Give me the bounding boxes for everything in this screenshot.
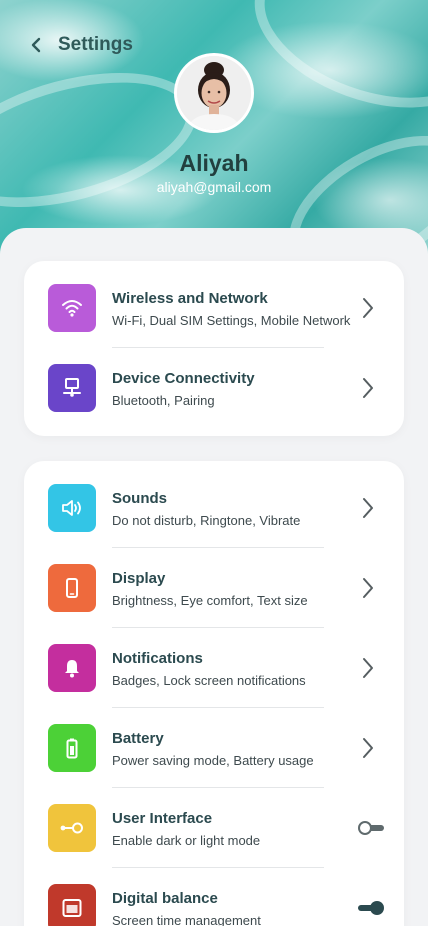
profile-email: aliyah@gmail.com	[156, 179, 272, 195]
settings-item-title: Notifications	[112, 650, 203, 667]
settings-item-title: Sounds	[112, 490, 167, 507]
profile-photo-icon	[177, 56, 251, 130]
dark-mode-toggle[interactable]	[358, 821, 384, 835]
settings-item-title: Battery	[112, 730, 164, 747]
page-title: Settings	[58, 34, 133, 55]
digital-balance-toggle[interactable]	[358, 901, 384, 915]
settings-item-sounds[interactable]: Sounds Do not disturb, Ringtone, Vibrate	[24, 468, 404, 548]
settings-item-subtitle: Badges, Lock screen notifications	[112, 673, 306, 688]
top-bar: Settings	[26, 30, 133, 60]
chevron-right-icon	[363, 738, 373, 758]
wifi-icon	[48, 284, 96, 332]
settings-item-digital-balance[interactable]: Digital balance Screen time management	[24, 868, 404, 926]
settings-item-device-connectivity[interactable]: Device Connectivity Bluetooth, Pairing	[24, 348, 404, 428]
window-icon	[48, 884, 96, 926]
chevron-right-icon	[363, 578, 373, 598]
network-device-icon	[48, 364, 96, 412]
speaker-icon	[48, 484, 96, 532]
settings-item-subtitle: Brightness, Eye comfort, Text size	[112, 593, 308, 608]
chevron-left-icon[interactable]	[26, 35, 46, 55]
settings-item-title: Wireless and Network	[112, 290, 268, 307]
settings-item-subtitle: Bluetooth, Pairing	[112, 393, 215, 408]
settings-item-notifications[interactable]: Notifications Badges, Lock screen notifi…	[24, 628, 404, 708]
settings-card-connectivity: Wireless and Network Wi-Fi, Dual SIM Set…	[24, 261, 404, 436]
settings-item-subtitle: Do not disturb, Ringtone, Vibrate	[112, 513, 301, 528]
settings-item-subtitle: Screen time management	[112, 913, 261, 926]
settings-item-user-interface[interactable]: User Interface Enable dark or light mode	[24, 788, 404, 868]
toggle-key-icon	[48, 804, 96, 852]
settings-item-title: Digital balance	[112, 890, 218, 907]
settings-item-subtitle: Enable dark or light mode	[112, 833, 261, 848]
battery-icon	[48, 724, 96, 772]
avatar[interactable]	[174, 53, 254, 133]
chevron-right-icon	[363, 378, 373, 398]
settings-item-title: User Interface	[112, 810, 213, 827]
chevron-right-icon	[363, 298, 373, 318]
settings-item-title: Display	[112, 570, 166, 587]
chevron-right-icon	[363, 498, 373, 518]
settings-item-battery[interactable]: Battery Power saving mode, Battery usage	[24, 708, 404, 788]
settings-item-title: Device Connectivity	[112, 370, 255, 387]
settings-item-wireless[interactable]: Wireless and Network Wi-Fi, Dual SIM Set…	[24, 268, 404, 348]
settings-card-device: Sounds Do not disturb, Ringtone, Vibrate…	[24, 461, 404, 926]
profile-name: Aliyah	[179, 150, 249, 176]
settings-item-subtitle: Power saving mode, Battery usage	[112, 753, 314, 768]
settings-item-display[interactable]: Display Brightness, Eye comfort, Text si…	[24, 548, 404, 628]
phone-icon	[48, 564, 96, 612]
chevron-right-icon	[363, 658, 373, 678]
bell-icon	[48, 644, 96, 692]
settings-item-subtitle: Wi-Fi, Dual SIM Settings, Mobile Network	[112, 313, 351, 328]
